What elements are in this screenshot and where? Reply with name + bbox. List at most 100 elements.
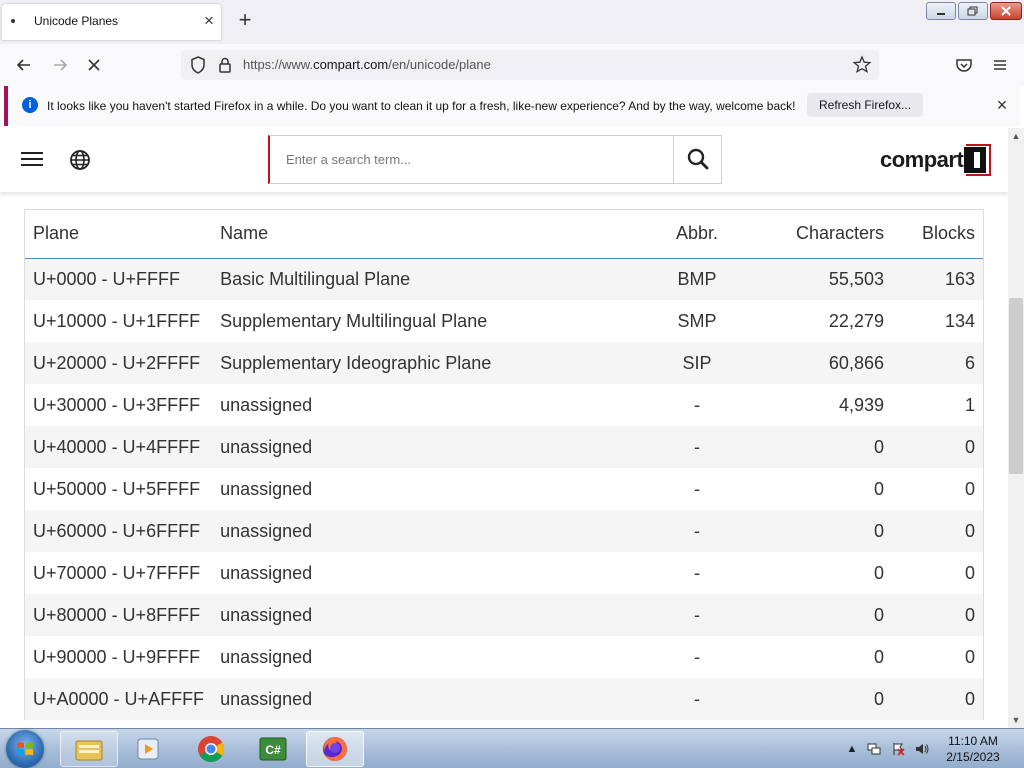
table-row: U+90000 - U+9FFFF unassigned - 0 0	[25, 636, 983, 678]
minimize-button[interactable]	[926, 2, 956, 20]
url-domain: compart.com	[313, 57, 389, 72]
table-row: U+70000 - U+7FFFF unassigned - 0 0	[25, 552, 983, 594]
notification-close-icon[interactable]: ×	[992, 95, 1012, 115]
restore-button[interactable]	[958, 2, 988, 20]
cell-characters: 0	[742, 678, 892, 720]
cell-abbr: -	[652, 426, 742, 468]
stop-loading-button[interactable]	[82, 53, 106, 77]
show-hidden-icons-icon[interactable]: ▲	[845, 742, 859, 756]
cell-plane: U+10000 - U+1FFFF	[33, 310, 201, 331]
cell-name: Basic Multilingual Plane	[212, 258, 653, 300]
search-button[interactable]	[673, 136, 721, 183]
forward-arrow-icon	[54, 59, 68, 71]
refresh-firefox-button[interactable]: Refresh Firefox...	[807, 93, 924, 117]
globe-icon[interactable]	[68, 148, 92, 172]
cell-characters: 0	[742, 594, 892, 636]
cell-blocks: 0	[891, 678, 983, 720]
window-controls	[926, 2, 1022, 20]
window-close-button[interactable]	[990, 2, 1022, 20]
lock-icon[interactable]	[215, 55, 235, 75]
forward-button[interactable]	[48, 53, 72, 77]
search-icon	[687, 148, 709, 170]
cell-abbr: -	[652, 594, 742, 636]
new-tab-button[interactable]: +	[234, 9, 256, 32]
table-row: U+20000 - U+2FFFF Supplementary Ideograph…	[25, 342, 983, 384]
system-clock[interactable]: 11:10 AM 2/15/2023	[930, 733, 1016, 765]
cell-name: unassigned	[220, 562, 313, 583]
table-row: U+10000 - U+1FFFF Supplementary Multiling…	[25, 300, 983, 342]
cell-plane: U+60000 - U+6FFFF	[25, 510, 213, 552]
scrollbar-thumb[interactable]	[1009, 298, 1023, 474]
cell-blocks: 0	[964, 646, 975, 667]
cell-abbr: SIP	[652, 342, 742, 384]
pocket-button[interactable]	[952, 53, 976, 77]
scroll-up-arrow-icon[interactable]: ▲	[1008, 128, 1024, 144]
cell-plane: U+A0000 - U+AFFFF	[25, 678, 213, 720]
url-prefix: https://www.	[243, 57, 314, 72]
cell-blocks: 0	[964, 478, 975, 499]
cell-name: Supplementary Ideographic Plane	[212, 342, 653, 384]
cell-blocks: 0	[891, 426, 983, 468]
cell-abbr: -	[694, 394, 700, 415]
notification-message: It looks like you haven't started Firefo…	[47, 99, 796, 113]
back-button[interactable]	[12, 53, 36, 77]
cell-characters: 0	[873, 478, 884, 499]
table-row: U+40000 - U+4FFFF unassigned -0 0	[25, 426, 983, 468]
back-arrow-icon	[16, 59, 30, 71]
windows-logo-icon	[17, 742, 33, 756]
taskbar-media-player[interactable]	[120, 731, 178, 767]
action-center-icon[interactable]	[891, 742, 905, 756]
hamburger-menu-icon[interactable]	[21, 148, 43, 172]
table-row: U+30000 - U+3FFFF unassigned - 4,939 1	[25, 384, 983, 426]
column-header-abbr[interactable]: Abbr.	[652, 210, 742, 259]
window-close-icon	[1001, 6, 1011, 16]
restore-icon	[967, 6, 978, 16]
csharp-icon: C#	[259, 737, 287, 761]
firefox-icon	[323, 737, 347, 761]
network-icon[interactable]	[867, 742, 881, 756]
cell-characters: 60,866	[742, 342, 892, 384]
taskbar-explorer[interactable]	[60, 731, 118, 767]
column-header-plane[interactable]: Plane	[25, 210, 213, 259]
start-button[interactable]	[6, 730, 44, 768]
tab-title: Unicode Planes	[34, 14, 119, 28]
column-header-characters[interactable]: Characters	[742, 210, 892, 259]
chrome-icon	[198, 736, 225, 763]
tracking-shield-icon[interactable]	[187, 53, 209, 77]
column-header-name[interactable]: Name	[212, 210, 653, 259]
column-header-blocks[interactable]: Blocks	[891, 210, 983, 259]
cell-characters: 0	[873, 646, 884, 667]
taskbar-firefox[interactable]	[306, 731, 364, 767]
app-menu-button[interactable]	[988, 53, 1012, 77]
loading-dot-icon	[11, 19, 15, 23]
scroll-down-arrow-icon[interactable]: ▼	[1008, 712, 1024, 728]
cell-blocks: 0	[891, 510, 983, 552]
clock-time: 11:10 AM	[948, 734, 998, 748]
cell-characters: 0	[873, 562, 884, 583]
table-row: U+60000 - U+6FFFF unassigned -0 0	[25, 510, 983, 552]
notification-bar: i It looks like you haven't started Fire…	[4, 86, 1020, 126]
tab-unicode-planes[interactable]: Unicode Planes ×	[2, 4, 221, 40]
cell-name: unassigned	[220, 394, 313, 415]
cell-characters: 0	[742, 510, 892, 552]
taskbar-chrome[interactable]	[182, 731, 240, 767]
compart-logo[interactable]: compart	[880, 143, 992, 177]
cell-name: unassigned	[212, 510, 653, 552]
tab-close-icon[interactable]: ×	[199, 11, 219, 31]
stop-icon	[88, 59, 100, 71]
folder-icon	[75, 740, 103, 761]
bookmark-star-icon[interactable]	[851, 53, 873, 77]
page-viewport: compart Plane Name Abbr. Characters Bloc…	[0, 128, 1008, 728]
url-path: /en/unicode/plane	[388, 57, 491, 72]
taskbar-csharp-app[interactable]: C#	[244, 731, 302, 767]
cell-abbr: BMP	[652, 258, 742, 300]
cell-blocks: 0	[964, 562, 975, 583]
logo-wordmark: compart	[880, 147, 964, 172]
cell-name: unassigned	[212, 594, 653, 636]
vertical-scrollbar[interactable]: ▲ ▼	[1008, 128, 1024, 728]
address-bar[interactable]: https://www.compart.com/en/unicode/plane	[181, 50, 879, 80]
star-icon	[852, 55, 872, 73]
url-text[interactable]: https://www.compart.com/en/unicode/plane	[243, 57, 491, 72]
volume-icon[interactable]	[915, 742, 929, 756]
search-input[interactable]	[270, 136, 675, 183]
